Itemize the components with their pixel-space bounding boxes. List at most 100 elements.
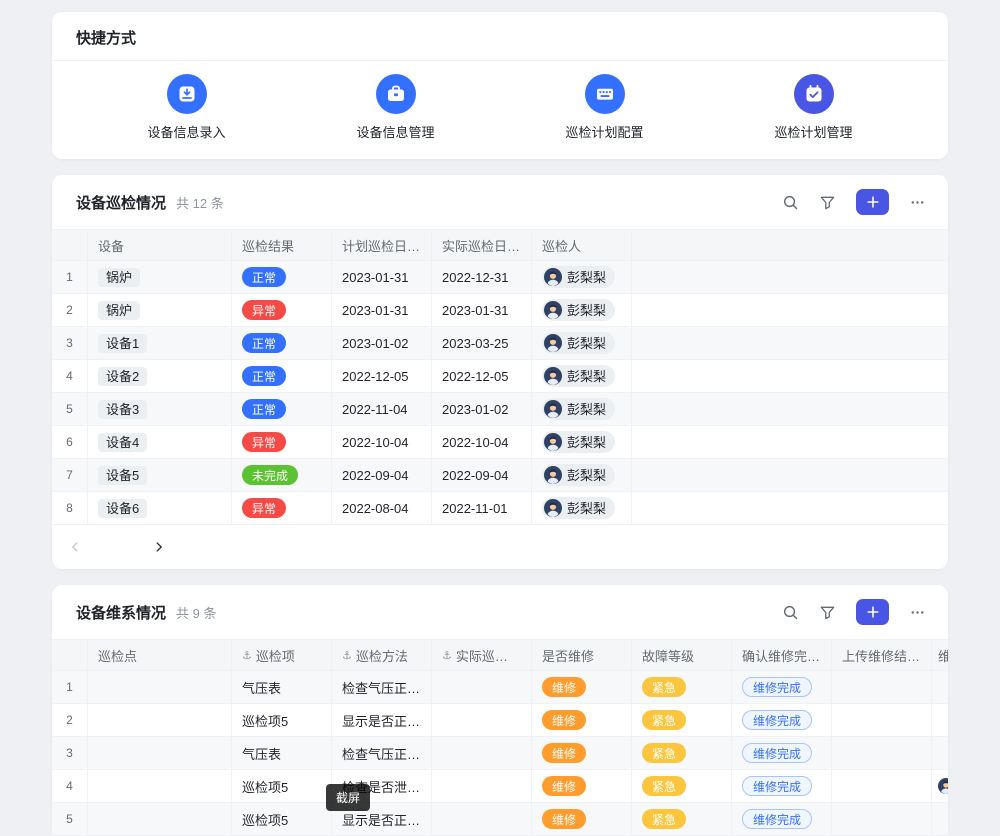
shortcut-plan-config[interactable]: 巡检计划配置	[540, 74, 670, 141]
lookup-icon: ⚓	[242, 649, 252, 662]
planned-date: 2022-10-04	[332, 426, 432, 458]
table-row[interactable]: 3 设备1 正常 2023-01-02 2023-03-25	[52, 327, 948, 360]
fault-level-badge: 紧急	[642, 743, 686, 763]
filter-icon[interactable]	[819, 604, 836, 621]
device-manage-icon	[376, 74, 416, 114]
maintenance-table-body: 1 气压表 检查气压正… 维修 紧急 维修完成	[52, 671, 948, 836]
inspector-name: 彭梨梨	[567, 369, 606, 384]
more-icon[interactable]	[909, 194, 926, 211]
table-row[interactable]: 7 设备5 未完成 2022-09-04 2022-09-04	[52, 459, 948, 492]
filter-icon[interactable]	[819, 194, 836, 211]
maintenance-toolbar	[782, 599, 926, 625]
table-row[interactable]: 1 气压表 检查气压正… 维修 紧急 维修完成	[52, 671, 948, 704]
column-header-item[interactable]: ⚓巡检项	[232, 640, 332, 670]
maintenance-record-count: 共 9 条	[176, 606, 216, 621]
row-number: 2	[52, 294, 88, 326]
table-row[interactable]: 6 设备4 异常 2022-10-04 2022-10-04	[52, 426, 948, 459]
device-chip: 设备5	[98, 466, 147, 485]
row-number: 7	[52, 459, 88, 491]
method-cell: 显示是否正…	[332, 704, 432, 736]
column-header-point[interactable]: ⚓巡检点	[88, 640, 232, 670]
actual-date: 2023-01-02	[432, 393, 532, 425]
actual-date: 2022-12-31	[432, 261, 532, 293]
maintenance-card-title: 设备维系情况	[76, 605, 166, 622]
actual-date: 2022-09-04	[432, 459, 532, 491]
shortcut-label: 设备信息管理	[356, 122, 434, 141]
actual-cell	[432, 803, 532, 835]
table-row[interactable]: 4 设备2 正常 2022-12-05 2022-12-05	[52, 360, 948, 393]
shortcut-plan-manage[interactable]: 巡检计划管理	[749, 74, 879, 141]
dashboard-page: 快捷方式 设备信息录入	[52, 12, 948, 836]
plan-config-icon	[585, 74, 625, 114]
point-cell	[88, 803, 232, 835]
result-badge: 异常	[242, 432, 286, 452]
inspection-record-count: 共 12 条	[176, 196, 224, 211]
item-cell: 气压表	[232, 737, 332, 769]
column-header-method[interactable]: ⚓巡检方法	[332, 640, 432, 670]
add-record-button[interactable]	[856, 189, 889, 215]
search-icon[interactable]	[782, 604, 799, 621]
table-row[interactable]: 5 设备3 正常 2022-11-04 2023-01-02	[52, 393, 948, 426]
inspector-name: 彭梨梨	[567, 270, 606, 285]
actual-date: 2022-11-01	[432, 492, 532, 524]
column-header-repair[interactable]: ⚓是否维修	[532, 640, 632, 670]
page-number-button[interactable]	[92, 537, 112, 557]
pagination	[52, 525, 948, 569]
device-chip: 锅炉	[98, 268, 140, 287]
inspection-card-title: 设备巡检情况	[76, 195, 166, 212]
shortcut-device-entry[interactable]: 设备信息录入	[122, 74, 252, 141]
table-row[interactable]: 8 设备6 异常 2022-08-04 2022-11-01	[52, 492, 948, 525]
table-row[interactable]: 4 巡检项5 检查是否泄… 维修 紧急 维修完成	[52, 770, 948, 803]
device-chip: 设备2	[98, 367, 147, 386]
column-header-device[interactable]: 设备	[88, 230, 232, 260]
device-chip: 设备6	[98, 499, 147, 518]
column-header-confirm[interactable]: ⚓确认维修完…	[732, 640, 832, 670]
inspector-name: 彭梨梨	[567, 501, 606, 516]
column-header-maintainer[interactable]: ⚓维	[932, 640, 948, 670]
avatar	[544, 268, 562, 286]
more-icon[interactable]	[909, 604, 926, 621]
row-number: 5	[52, 393, 88, 425]
plan-manage-icon	[794, 74, 834, 114]
confirm-badge: 维修完成	[742, 809, 812, 829]
add-record-button[interactable]	[856, 599, 889, 625]
row-number: 2	[52, 704, 88, 736]
column-header-actual[interactable]: ⚓实际巡…	[432, 640, 532, 670]
actual-date: 2023-03-25	[432, 327, 532, 359]
shortcut-label: 巡检计划配置	[565, 122, 643, 141]
prev-page-button[interactable]	[68, 540, 82, 554]
column-header-upload[interactable]: ⚓上传维修结…	[832, 640, 932, 670]
table-row[interactable]: 2 锅炉 异常 2023-01-31 2023-01-31	[52, 294, 948, 327]
device-entry-icon	[167, 74, 207, 114]
avatar	[544, 400, 562, 418]
row-number: 3	[52, 327, 88, 359]
column-header-inspector[interactable]: 巡检人	[532, 230, 632, 260]
inspector-chip: 彭梨梨	[542, 266, 615, 288]
point-cell	[88, 770, 232, 802]
result-badge: 异常	[242, 300, 286, 320]
repair-badge: 维修	[542, 677, 586, 697]
inspector-name: 彭梨梨	[567, 402, 606, 417]
page-number-button[interactable]	[122, 537, 142, 557]
table-row[interactable]: 1 锅炉 正常 2023-01-31 2022-12-31	[52, 261, 948, 294]
column-header-fault-level[interactable]: ⚓故障等级	[632, 640, 732, 670]
table-row[interactable]: 2 巡检项5 显示是否正… 维修 紧急 维修完成	[52, 704, 948, 737]
table-row[interactable]: 3 气压表 检查气压正… 维修 紧急 维修完成	[52, 737, 948, 770]
avatar	[544, 334, 562, 352]
column-header-result[interactable]: 巡检结果	[232, 230, 332, 260]
result-badge: 正常	[242, 267, 286, 287]
search-icon[interactable]	[782, 194, 799, 211]
inspector-chip: 彭梨梨	[542, 398, 615, 420]
actual-date: 2022-10-04	[432, 426, 532, 458]
inspector-chip: 彭梨梨	[542, 332, 615, 354]
next-page-button[interactable]	[152, 540, 166, 554]
device-chip: 设备3	[98, 400, 147, 419]
actual-date: 2023-01-31	[432, 294, 532, 326]
row-number: 3	[52, 737, 88, 769]
column-header-planned-date[interactable]: 计划巡检日…	[332, 230, 432, 260]
item-cell: 巡检项5	[232, 704, 332, 736]
confirm-badge: 维修完成	[742, 776, 812, 796]
shortcut-device-manage[interactable]: 设备信息管理	[331, 74, 461, 141]
column-header-actual-date[interactable]: 实际巡检日…	[432, 230, 532, 260]
table-row[interactable]: 5 巡检项5 显示是否正… 维修 紧急 维修完成	[52, 803, 948, 836]
